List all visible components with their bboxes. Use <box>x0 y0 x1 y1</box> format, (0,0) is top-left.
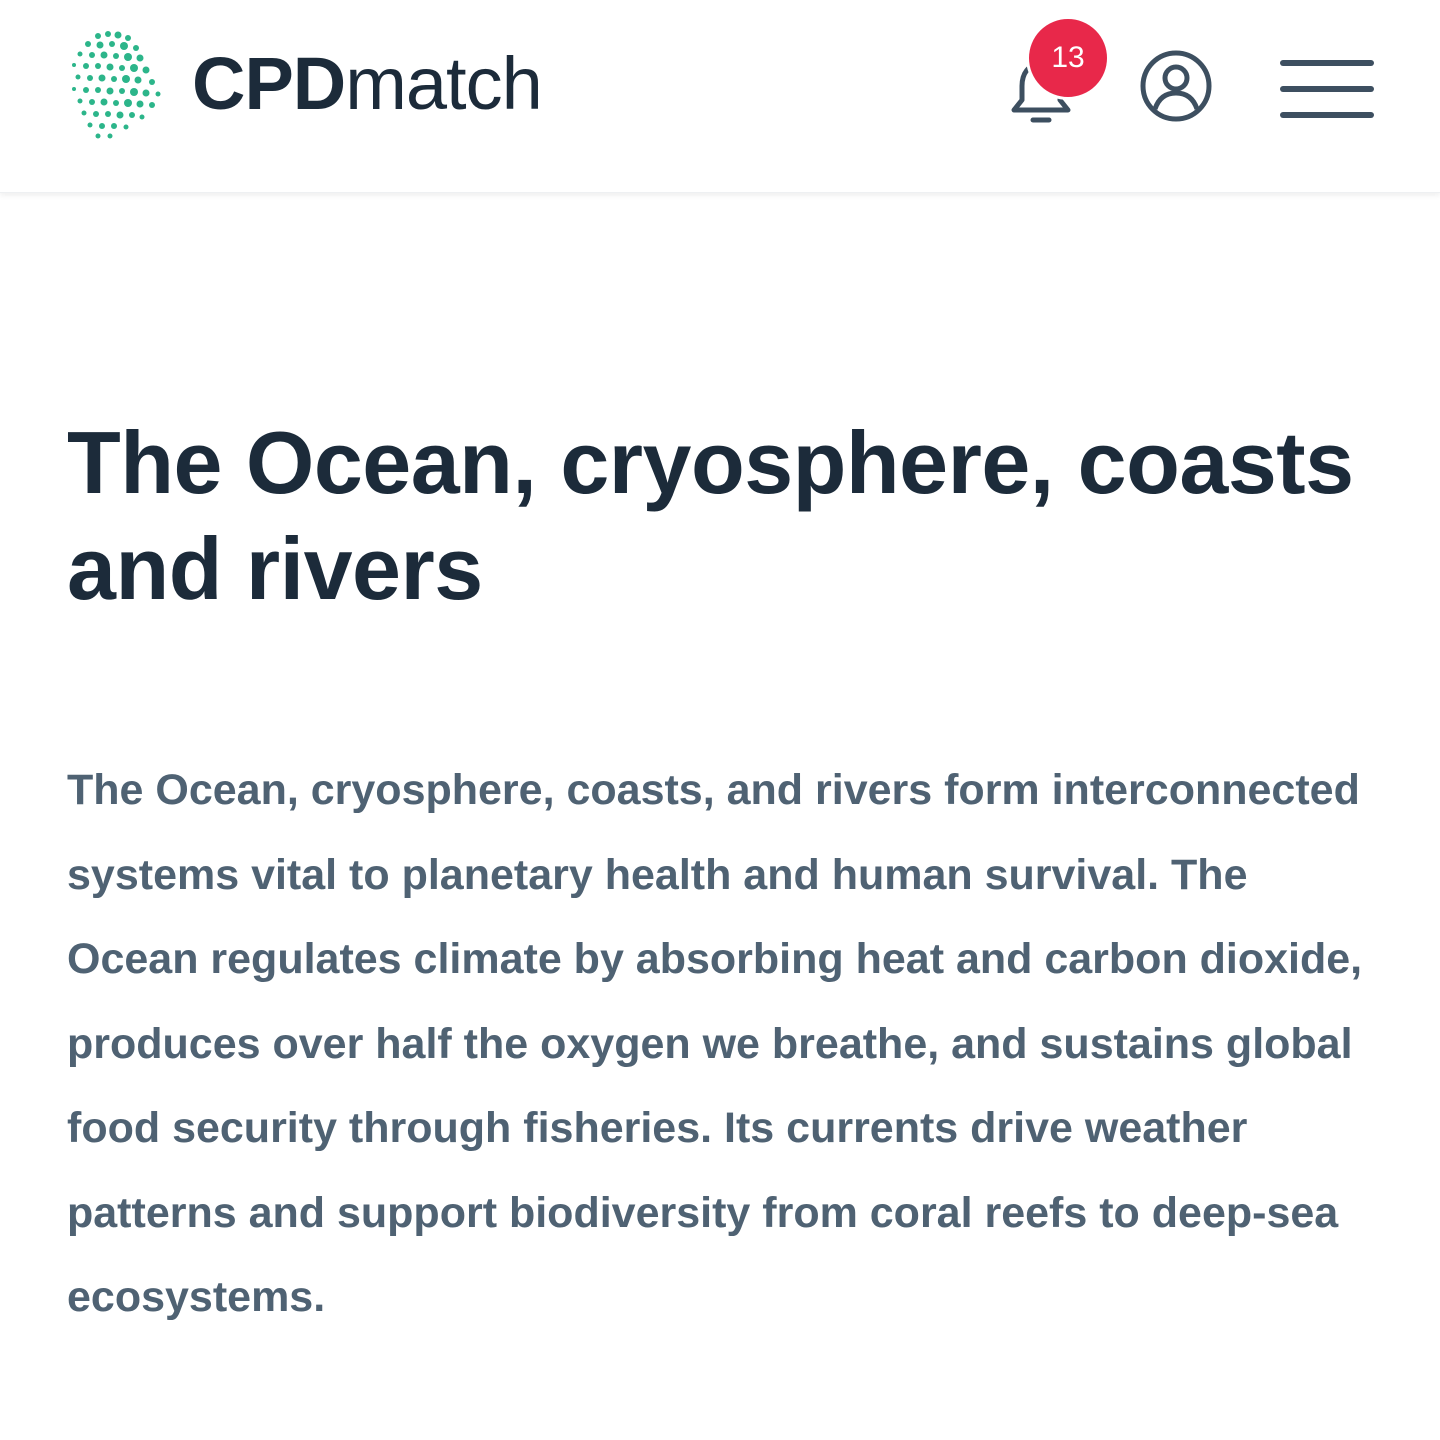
page-title: The Ocean, cryosphere, coasts and rivers <box>67 413 1354 618</box>
home-logo-link[interactable]: CPDmatch <box>68 28 543 140</box>
menu-line-top <box>1280 60 1374 66</box>
logo-icon <box>72 31 161 139</box>
brand-name: CPDmatch <box>192 47 543 121</box>
menu-line-bottom <box>1280 112 1374 118</box>
brand-name-bold: CPD <box>192 42 346 125</box>
hamburger-menu-icon[interactable] <box>1280 58 1376 120</box>
menu-line-middle <box>1280 86 1374 92</box>
notification-badge[interactable]: 13 <box>1026 16 1110 100</box>
top-header: CPDmatch 13 <box>0 0 1440 193</box>
brand-name-light: match <box>345 42 543 125</box>
article-body: The Ocean, cryosphere, coasts, and river… <box>67 766 1363 1321</box>
article-content: The Ocean, cryosphere, coasts and rivers… <box>67 410 1377 1340</box>
user-circle-icon[interactable] <box>1138 48 1214 124</box>
